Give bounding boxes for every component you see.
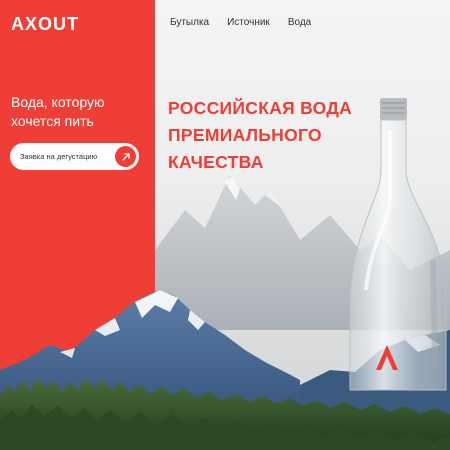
bottle-cap [380,98,407,120]
tagline-line-2: хочется пить [11,113,94,129]
arrow-icon [115,146,136,167]
headline-line-2: ПРЕМИАЛЬНОГО [168,125,322,145]
headline-line-1: РОССИЙСКАЯ ВОДА [168,98,353,118]
mountain-scene [0,98,450,450]
water-bottle [349,98,447,391]
hero-tagline: Вода, которую хочется пить [11,93,151,131]
headline-line-3: КАЧЕСТВА [168,152,264,172]
tagline-line-1: Вода, которую [11,94,105,110]
landing-page: AXOUT Бутылка Источник Вода Вода, котору… [0,0,450,450]
tasting-request-label: Заявка на дегустацию [20,152,98,161]
nav-item-source[interactable]: Источник [227,17,270,28]
hero-headline: РОССИЙСКАЯ ВОДА ПРЕМИАЛЬНОГО КАЧЕСТВА [168,95,352,176]
tasting-request-button[interactable]: Заявка на дегустацию [10,143,139,170]
nav-item-water[interactable]: Вода [288,17,311,28]
brand-logo[interactable]: AXOUT [11,14,79,35]
nav-item-bottle[interactable]: Бутылка [170,17,209,28]
top-nav: Бутылка Источник Вода [170,17,311,28]
